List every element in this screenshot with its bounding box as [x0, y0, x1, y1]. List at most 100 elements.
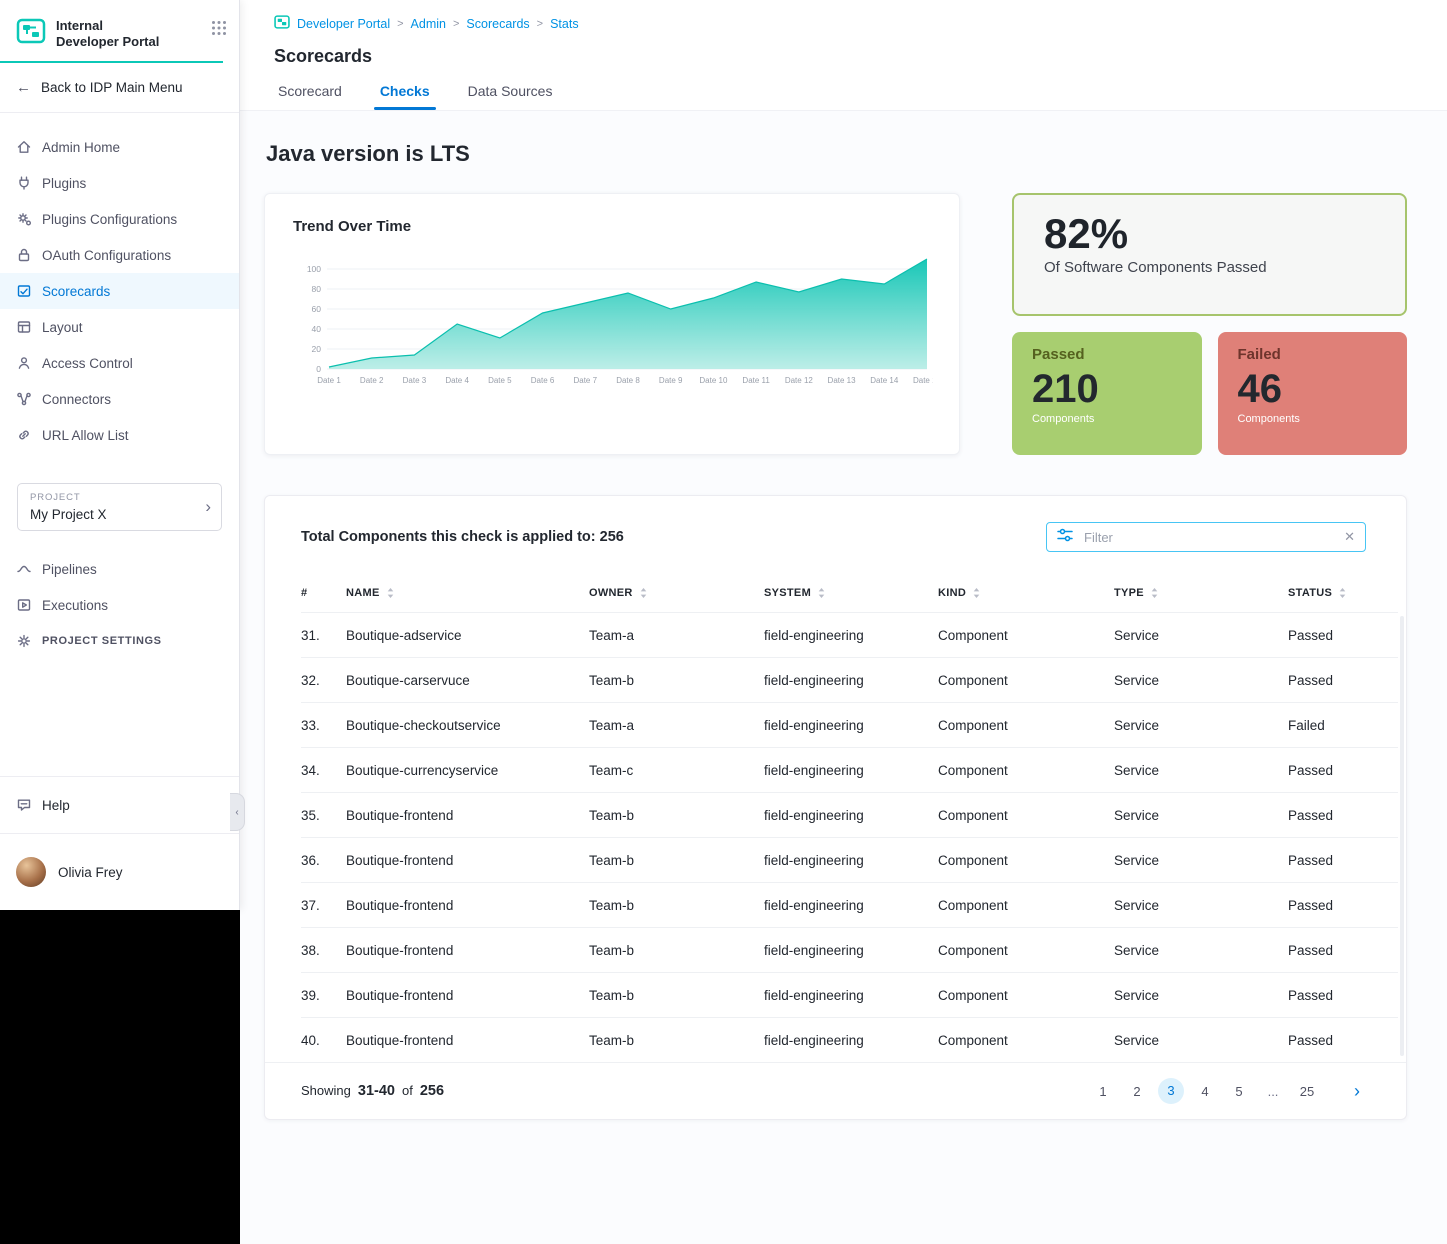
tab-data-sources[interactable]: Data Sources: [468, 83, 553, 110]
tab-checks[interactable]: Checks: [380, 83, 430, 110]
sidebar-item-access-control[interactable]: Access Control: [0, 345, 239, 381]
user-profile[interactable]: Olivia Frey: [0, 833, 239, 910]
table-row[interactable]: 32.Boutique-carservuceTeam-bfield-engine…: [301, 657, 1398, 702]
column-header-label: STATUS: [1288, 587, 1332, 599]
sidebar-item-url-allow-list[interactable]: URL Allow List: [0, 417, 239, 453]
table-body: 31.Boutique-adserviceTeam-afield-enginee…: [301, 612, 1398, 1062]
table-scrollbar[interactable]: [1400, 616, 1404, 1056]
table-cell: 39.: [301, 988, 346, 1003]
breadcrumb-link-admin[interactable]: Admin: [411, 17, 446, 31]
sidebar-item-label: Layout: [42, 320, 83, 335]
table-cell: Passed: [1288, 988, 1398, 1003]
sort-icon: [972, 587, 981, 599]
scorecards-icon: [16, 283, 32, 299]
back-to-main-menu-button[interactable]: ← Back to IDP Main Menu: [0, 63, 239, 113]
column-header-status[interactable]: STATUS: [1288, 587, 1398, 599]
sidebar-item-label: Executions: [42, 598, 108, 613]
table-cell: Passed: [1288, 1033, 1398, 1048]
sidebar-item-admin-home[interactable]: Admin Home: [0, 129, 239, 165]
svg-text:Date 2: Date 2: [360, 376, 384, 385]
help-icon: [16, 797, 32, 813]
page-button-25[interactable]: 25: [1290, 1084, 1324, 1099]
column-header-owner[interactable]: OWNER: [589, 587, 764, 599]
help-button[interactable]: Help: [0, 776, 239, 833]
table-row[interactable]: 37.Boutique-frontendTeam-bfield-engineer…: [301, 882, 1398, 927]
table-cell: Component: [938, 763, 1114, 778]
page-button-1[interactable]: 1: [1086, 1084, 1120, 1099]
column-header-system[interactable]: SYSTEM: [764, 587, 938, 599]
table-row[interactable]: 33.Boutique-checkoutserviceTeam-afield-e…: [301, 702, 1398, 747]
apps-grid-icon[interactable]: [211, 16, 227, 41]
table-cell: 40.: [301, 1033, 346, 1048]
home-icon: [16, 139, 32, 155]
next-page-button[interactable]: ›: [1340, 1081, 1374, 1102]
column-header-label: OWNER: [589, 587, 633, 599]
table-row[interactable]: 34.Boutique-currencyserviceTeam-cfield-e…: [301, 747, 1398, 792]
table-cell: Team-b: [589, 1033, 764, 1048]
clear-filter-icon[interactable]: ✕: [1344, 529, 1355, 545]
table-cell: field-engineering: [764, 1033, 938, 1048]
plugins-config-icon: [16, 211, 32, 227]
failed-value: 46: [1238, 367, 1388, 411]
pagination-ellipsis: ...: [1256, 1084, 1290, 1099]
sidebar-item-project-settings[interactable]: PROJECT SETTINGS: [0, 623, 239, 659]
sort-icon: [817, 587, 826, 599]
sidebar-item-label: Admin Home: [42, 140, 120, 155]
table-row[interactable]: 39.Boutique-frontendTeam-bfield-engineer…: [301, 972, 1398, 1017]
table-row[interactable]: 40.Boutique-frontendTeam-bfield-engineer…: [301, 1017, 1398, 1062]
showing-summary: Showing 31-40 of 256: [301, 1083, 444, 1099]
column-header-label: KIND: [938, 587, 966, 599]
column-header-name[interactable]: NAME: [346, 587, 589, 599]
column-header-type[interactable]: TYPE: [1114, 587, 1288, 599]
table-cell: 33.: [301, 718, 346, 733]
tabs: Scorecard Checks Data Sources: [274, 83, 1407, 110]
sidebar-item-pipelines[interactable]: Pipelines: [0, 551, 239, 587]
table-cell: Team-b: [589, 898, 764, 913]
sidebar-item-scorecards[interactable]: Scorecards: [0, 273, 239, 309]
passed-label: Passed: [1032, 346, 1182, 363]
table-row[interactable]: 35.Boutique-frontendTeam-bfield-engineer…: [301, 792, 1398, 837]
filter-sliders-icon[interactable]: [1057, 528, 1073, 547]
page-button-2[interactable]: 2: [1120, 1084, 1154, 1099]
sidebar-item-layout[interactable]: Layout: [0, 309, 239, 345]
connectors-icon: [16, 391, 32, 407]
breadcrumb-link-scorecards[interactable]: Scorecards: [466, 17, 529, 31]
column-header-kind[interactable]: KIND: [938, 587, 1114, 599]
table-row[interactable]: 38.Boutique-frontendTeam-bfield-engineer…: [301, 927, 1398, 972]
table-row[interactable]: 31.Boutique-adserviceTeam-afield-enginee…: [301, 612, 1398, 657]
breadcrumb-link-developer-portal[interactable]: Developer Portal: [297, 17, 390, 31]
table-cell: 34.: [301, 763, 346, 778]
table-cell: Boutique-frontend: [346, 808, 589, 823]
project-selector[interactable]: PROJECT My Project X ›: [17, 483, 222, 531]
sidebar-item-oauth-configurations[interactable]: OAuth Configurations: [0, 237, 239, 273]
page-button-5[interactable]: 5: [1222, 1084, 1256, 1099]
sidebar-item-connectors[interactable]: Connectors: [0, 381, 239, 417]
table-cell: field-engineering: [764, 718, 938, 733]
project-name: My Project X: [30, 507, 209, 522]
sidebar-item-label: Pipelines: [42, 562, 97, 577]
trend-chart-card: Trend Over Time 020406080100Date 1Date 2…: [264, 193, 960, 455]
page-button-4[interactable]: 4: [1188, 1084, 1222, 1099]
table-header-row: #NAMEOWNER SYSTEMKIND TYPESTATUS: [301, 574, 1398, 612]
breadcrumb-link-stats[interactable]: Stats: [550, 17, 579, 31]
tab-scorecard[interactable]: Scorecard: [278, 83, 342, 110]
svg-text:Date 8: Date 8: [616, 376, 640, 385]
table-cell: Service: [1114, 853, 1288, 868]
failed-label: Failed: [1238, 346, 1388, 363]
table-cell: Component: [938, 628, 1114, 643]
sidebar-item-label: Plugins: [42, 176, 86, 191]
sidebar-nav: Admin Home Plugins Plugins ConfigurationsO…: [0, 129, 239, 453]
table-cell: Team-b: [589, 988, 764, 1003]
sidebar-item-plugins-configurations[interactable]: Plugins Configurations: [0, 201, 239, 237]
sidebar-collapse-handle[interactable]: ‹: [230, 793, 245, 831]
column-header-num[interactable]: #: [301, 587, 346, 599]
passed-caption: Components: [1032, 413, 1182, 425]
filter-input[interactable]: [1082, 529, 1335, 546]
check-title: Java version is LTS: [266, 141, 1407, 167]
components-table: #NAMEOWNER SYSTEMKIND TYPESTATUS 31.Boutiq…: [301, 574, 1398, 1062]
sidebar-item-executions[interactable]: Executions: [0, 587, 239, 623]
page-button-3[interactable]: 3: [1158, 1078, 1184, 1104]
table-cell: field-engineering: [764, 988, 938, 1003]
table-row[interactable]: 36.Boutique-frontendTeam-bfield-engineer…: [301, 837, 1398, 882]
sidebar-item-plugins[interactable]: Plugins: [0, 165, 239, 201]
